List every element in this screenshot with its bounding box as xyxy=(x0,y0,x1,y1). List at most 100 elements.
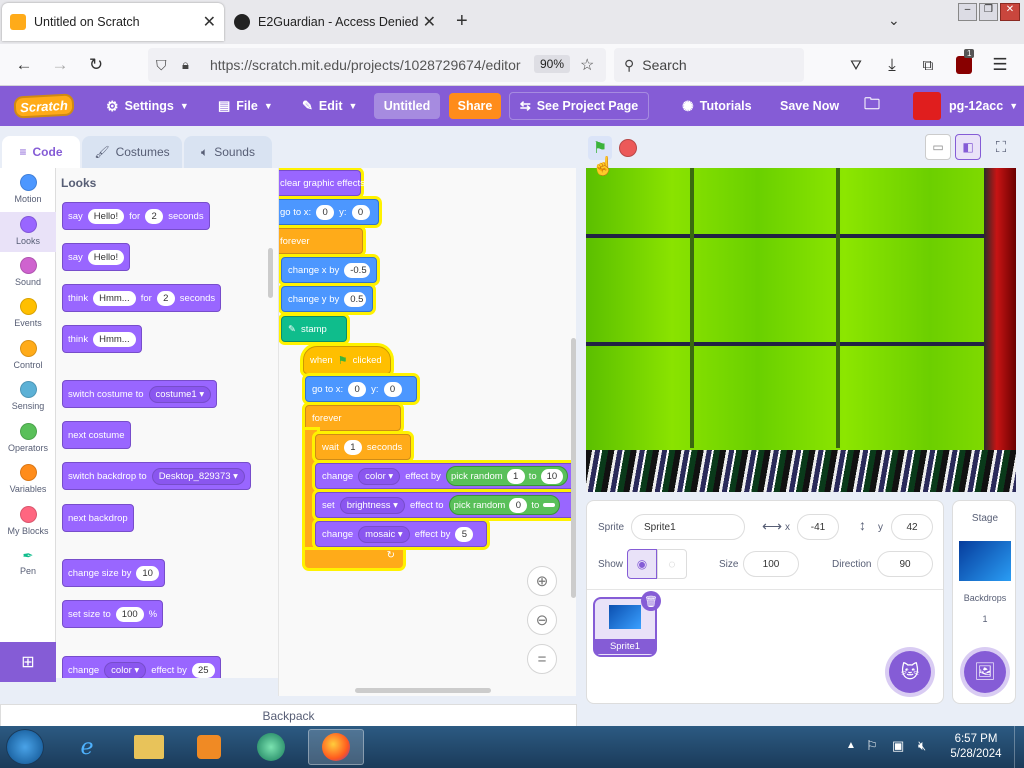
block-input[interactable]: 0 xyxy=(351,204,370,220)
block-input[interactable] xyxy=(543,503,556,507)
say-for-block[interactable]: say Hello! for 2 seconds xyxy=(62,202,210,230)
zoom-out-button[interactable]: ⊖ xyxy=(527,605,557,635)
address-bar[interactable]: ⛉ 🔒︎ https://scratch.mit.edu/projects/10… xyxy=(148,48,606,82)
delete-sprite-icon[interactable]: 🗑︎ xyxy=(641,591,661,611)
category-control[interactable]: Control xyxy=(0,340,56,380)
category-my-blocks[interactable]: My Blocks xyxy=(0,506,56,546)
firefox-taskbar-button[interactable] xyxy=(308,729,364,765)
scratch-logo[interactable]: Scratch xyxy=(13,93,75,119)
url-text[interactable]: https://scratch.mit.edu/projects/1028729… xyxy=(210,57,528,73)
stage-canvas[interactable] xyxy=(586,168,1016,492)
block-input[interactable]: 1 xyxy=(343,439,362,455)
when-flag-clicked-block[interactable]: when ⚑ clicked xyxy=(303,346,391,374)
block-input[interactable]: 0.5 xyxy=(344,291,366,307)
choose-sprite-button[interactable]: 🐱︎ xyxy=(889,651,931,693)
change-mosaic-effect-block[interactable]: change mosaic ▾ effect by 5 xyxy=(315,521,487,547)
category-motion[interactable]: Motion xyxy=(0,174,56,214)
downloads-icon[interactable]: ⤓ xyxy=(878,51,906,79)
list-tabs-chevron-icon[interactable]: ⌄ xyxy=(888,12,900,29)
tab-code[interactable]: ≡ Code xyxy=(2,136,80,168)
tab-costumes[interactable]: 🖌︎ Costumes xyxy=(82,136,182,168)
tutorials-button[interactable]: ✺ Tutorials xyxy=(682,86,752,126)
say-block[interactable]: say Hello! xyxy=(62,243,131,271)
block-input[interactable]: 0 xyxy=(348,381,367,397)
network-icon[interactable]: ▣ xyxy=(892,738,904,754)
think-for-block[interactable]: think Hmm... for 2 seconds xyxy=(62,284,222,312)
backdrop-dropdown[interactable]: Desktop_829373 ▾ xyxy=(151,467,245,485)
internet-explorer-icon[interactable]: ℯ xyxy=(64,729,110,765)
switch-costume-block[interactable]: switch costume to costume1 ▾ xyxy=(62,380,218,408)
block-input[interactable]: 0 xyxy=(509,497,528,513)
search-input[interactable]: ⚲ Search xyxy=(614,48,804,82)
zoom-level[interactable]: 90% xyxy=(534,55,571,73)
share-button[interactable]: Share xyxy=(449,93,501,119)
start-button[interactable] xyxy=(6,729,44,765)
block-input[interactable]: 2 xyxy=(145,208,164,224)
script-horizontal-scrollbar[interactable] xyxy=(355,688,491,693)
block-input[interactable]: 1 xyxy=(506,468,525,484)
change-effect-block[interactable]: change color ▾ effect by 25 xyxy=(62,656,221,678)
category-events[interactable]: Events xyxy=(0,298,56,338)
close-tab-icon[interactable]: ✕ xyxy=(203,12,216,32)
stamp-block[interactable]: ✎ stamp xyxy=(281,316,347,342)
pocket-icon[interactable]: ⛛ xyxy=(842,51,870,79)
small-stage-button[interactable]: ▭ xyxy=(925,134,951,160)
change-x-block[interactable]: change x by -0.5 xyxy=(281,257,377,283)
category-looks[interactable]: Looks xyxy=(0,212,56,252)
block-input[interactable]: 2 xyxy=(156,290,175,306)
show-desktop-button[interactable] xyxy=(1014,726,1024,768)
file-menu[interactable]: ▤ File ▼ xyxy=(218,86,273,126)
bookmark-star-icon[interactable]: ☆ xyxy=(580,55,594,75)
effect-dropdown[interactable]: color ▾ xyxy=(104,661,147,678)
change-color-effect-block[interactable]: change color ▾ effect by pick random 1 t… xyxy=(315,463,576,489)
show-sprite-button[interactable]: ◉ xyxy=(627,549,657,579)
category-pen[interactable]: ✒ Pen xyxy=(0,548,56,588)
block-input[interactable]: 0 xyxy=(383,381,402,397)
costume-dropdown[interactable]: costume1 ▾ xyxy=(148,385,212,403)
effect-dropdown[interactable]: mosaic ▾ xyxy=(358,525,410,543)
action-center-flag-icon[interactable]: ⚐ xyxy=(866,738,878,754)
media-player-icon[interactable] xyxy=(186,729,232,765)
choose-backdrop-button[interactable]: 🖼︎ xyxy=(964,651,1006,693)
close-tab-icon[interactable]: ✕ xyxy=(423,12,436,32)
block-input[interactable]: Hmm... xyxy=(93,290,136,306)
block-input[interactable]: 25 xyxy=(191,662,215,678)
goto-xy-block[interactable]: go to x: 0 y: 0 xyxy=(279,199,379,225)
y-position-input[interactable]: 42 xyxy=(891,514,933,540)
stop-button[interactable] xyxy=(619,139,637,157)
effect-dropdown[interactable]: color ▾ xyxy=(358,467,401,485)
see-project-page-button[interactable]: ⇆ See Project Page xyxy=(509,92,649,120)
forever-block[interactable]: forever xyxy=(279,228,363,254)
tracking-shield-icon[interactable]: ⛉ xyxy=(156,57,167,74)
block-input[interactable]: 100 xyxy=(115,606,144,622)
block-input[interactable]: 5 xyxy=(455,526,474,542)
set-brightness-effect-block[interactable]: set brightness ▾ effect to pick random 0… xyxy=(315,492,576,518)
script-vertical-scrollbar[interactable] xyxy=(571,338,576,598)
direction-input[interactable]: 90 xyxy=(877,551,933,577)
category-operators[interactable]: Operators xyxy=(0,423,56,463)
account-menu[interactable]: pg-12acc ▼ xyxy=(913,86,1018,126)
switch-backdrop-block[interactable]: switch backdrop to Desktop_829373 ▾ xyxy=(62,462,251,490)
new-tab-icon[interactable]: + xyxy=(456,10,468,33)
sprite-thumbnail[interactable]: Sprite1 🗑︎ xyxy=(593,591,661,657)
block-input[interactable]: -0.5 xyxy=(344,262,370,278)
project-title-input[interactable]: Untitled xyxy=(374,93,440,119)
back-icon[interactable]: ← xyxy=(10,51,38,79)
block-input[interactable]: Hello! xyxy=(87,249,125,265)
minimize-icon[interactable]: – xyxy=(958,3,977,21)
category-sound[interactable]: Sound xyxy=(0,257,56,297)
app-globe-icon[interactable] xyxy=(248,729,294,765)
pick-random-block[interactable]: pick random 0 to xyxy=(448,495,561,515)
forward-icon[interactable]: → xyxy=(46,51,74,79)
sprite-name-input[interactable]: Sprite1 xyxy=(631,514,745,540)
backpack[interactable]: Backpack xyxy=(0,704,577,728)
tab-scratch[interactable]: Untitled on Scratch ✕ xyxy=(2,3,224,41)
volume-muted-icon[interactable]: 🔇︎ xyxy=(918,738,926,754)
extensions-icon[interactable]: ⧉ xyxy=(914,51,942,79)
normal-stage-button[interactable]: ◧ xyxy=(955,134,981,160)
app-menu-icon[interactable]: ☰ xyxy=(986,51,1014,79)
palette-scrollbar[interactable] xyxy=(268,248,273,298)
set-size-block[interactable]: set size to 100 % xyxy=(62,600,164,628)
change-y-block[interactable]: change y by 0.5 xyxy=(281,286,373,312)
size-input[interactable]: 100 xyxy=(743,551,799,577)
